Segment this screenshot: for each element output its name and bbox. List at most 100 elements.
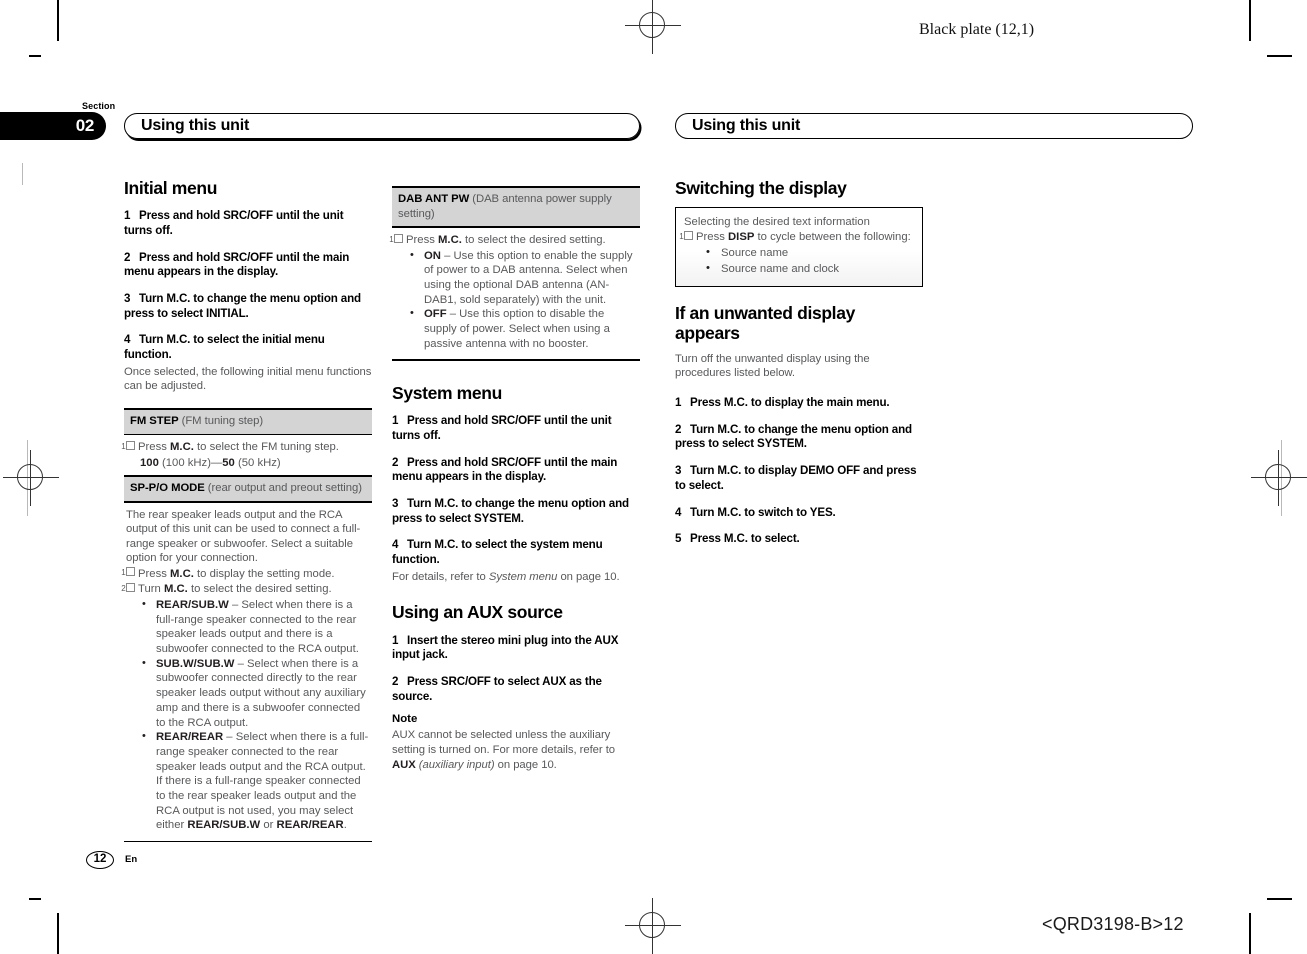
system-step-3-text: Turn M.C. to change the menu option and … — [392, 496, 629, 525]
sp-po-final-note-mid: or — [260, 819, 277, 832]
system-step-4-number: 4 — [392, 538, 399, 552]
dab-option-off-desc: – Use this option to disable the supply … — [424, 308, 610, 350]
sp-po-option-rear-subw-name: REAR/SUB.W — [156, 599, 229, 612]
fm-step-value1: 100 — [140, 456, 159, 469]
dab-band: DAB ANT PW (DAB antenna power supply sett… — [392, 187, 640, 227]
column-two: DAB ANT PW (DAB antenna power supply sett… — [389, 178, 640, 782]
switching-box-items: Source name Source name and clock — [684, 245, 914, 277]
manual-page: Black plate (12,1) <QRD3198-B>12 Section… — [0, 0, 1307, 954]
fm-step-value2: 50 — [222, 456, 235, 469]
job-code-label: <QRD3198-B>12 — [1042, 914, 1184, 934]
initial-step-3-number: 3 — [124, 292, 131, 305]
unwanted-step-1-number: 1 — [675, 395, 682, 409]
unwanted-step-4-number: 4 — [675, 505, 682, 519]
dab-options-list: ON – Use this option to enable the suppl… — [394, 248, 638, 352]
fm-step-instruction-post: to select the FM tuning step. — [193, 441, 339, 454]
sp-po-option-rear-rear-name: REAR/REAR — [156, 731, 224, 744]
dab-cell: 1 Press M.C. to select the desired settin… — [389, 228, 640, 356]
unwanted-step-4: 4 Turn M.C. to switch to YES. — [675, 506, 923, 521]
running-head-right-text: Using this unit — [692, 117, 801, 134]
switching-display-box: Selecting the desired text information 1… — [675, 207, 923, 287]
plate-label: Black plate (12,1) — [919, 21, 1035, 38]
dab-option-off: OFF – Use this option to disable the sup… — [410, 306, 638, 351]
system-step-4: 4 Turn M.C. to select the system menu fun… — [392, 538, 640, 567]
heading-system-menu: System menu — [392, 382, 502, 403]
page-number: 12 — [93, 853, 107, 865]
initial-step-4-number: 4 — [124, 333, 131, 347]
system-step-1-text: Press and hold SRC/OFF until the unit tu… — [392, 414, 612, 442]
unwanted-step-2-text: Turn M.C. to change the menu option and … — [675, 422, 912, 451]
dab-instruction-pre: Press — [406, 234, 439, 246]
system-detail-pre: For details, refer to — [392, 570, 489, 583]
initial-step-1-number: 1 — [124, 209, 131, 223]
dab-instruction: 1 Press M.C. to select the desired settin… — [389, 233, 638, 248]
fm-step-key: M.C. — [170, 441, 194, 454]
initial-after-step4: Once selected, the following initial men… — [124, 365, 372, 393]
running-head-left: Using this unit — [124, 113, 640, 139]
initial-step-2-number: 2 — [124, 250, 131, 264]
heading-aux-source: Using an AUX source — [392, 602, 563, 623]
running-head-right: Using this unit — [675, 113, 1193, 139]
unwanted-step-2-number: 2 — [675, 422, 682, 436]
initial-step-4: 4 Turn M.C. to select the initial menu fu… — [124, 333, 372, 362]
language-code: En — [125, 854, 138, 865]
crop-mark-bottom-left-horizontal — [29, 898, 41, 900]
dab-option-on-desc: – Use this option to enable the supply o… — [424, 249, 633, 306]
registration-mark-bottom — [625, 898, 681, 954]
dab-title: DAB ANT PW — [398, 192, 470, 205]
sp-po-option-rear-subw: REAR/SUB.W – Select when there is a full… — [142, 597, 370, 657]
initial-step-3-text: Turn M.C. to change the menu option and … — [124, 292, 361, 320]
switching-box-item-source-name: Source name — [706, 245, 914, 262]
system-step-3: 3 Turn M.C. to change the menu option and… — [392, 497, 640, 526]
crop-mark-bottom-left-vertical — [57, 913, 59, 954]
dab-closing-rule — [392, 359, 640, 361]
sp-po-final-note-b2: REAR/REAR — [276, 819, 344, 832]
aux-step-1-number: 1 — [392, 633, 399, 647]
trim-guide-left-upper — [22, 163, 23, 185]
aux-step-2-number: 2 — [392, 674, 399, 688]
fm-step-value2-rest: (50 kHz) — [234, 456, 281, 469]
system-step-1: 1 Press and hold SRC/OFF until the unit t… — [392, 414, 640, 443]
sp-po-step-1-key: M.C. — [170, 567, 194, 580]
switching-box-intro: Selecting the desired text information — [684, 216, 870, 229]
system-step-1-number: 1 — [392, 414, 399, 428]
aux-note-pre: AUX cannot be selected unless the auxili… — [392, 729, 616, 756]
fm-step-title: FM STEP — [130, 414, 179, 427]
sp-po-option-subw-subw-name: SUB.W/SUB.W — [156, 657, 235, 670]
dab-marker: 1 — [389, 233, 403, 244]
section-label: Section — [82, 101, 116, 111]
section-number: 02 — [75, 116, 95, 135]
fm-step-instruction-pre: Press — [138, 441, 171, 454]
fm-step-subtitle: (FM tuning step) — [181, 414, 264, 427]
sp-po-step-2-key: M.C. — [163, 583, 188, 596]
crop-mark-top-right-vertical — [1249, 0, 1251, 41]
sp-po-final-note-b1: REAR/SUB.W — [187, 819, 261, 832]
crop-mark-top-right-horizontal — [1267, 55, 1292, 57]
sp-po-step-2-pre: Turn — [138, 583, 164, 596]
sp-po-closing-rule — [124, 840, 372, 843]
sp-po-marker-1: 1 — [121, 567, 135, 577]
unwanted-step-4-text: Turn M.C. to switch to YES. — [690, 505, 836, 519]
switching-box-instruction: 1 Press DISP to cycle between the followi… — [679, 230, 914, 245]
crop-mark-bottom-right-horizontal — [1267, 898, 1292, 900]
sp-po-band: SP-P/O MODE (rear output and preout setti… — [124, 477, 372, 501]
aux-step-2: 2 Press SRC/OFF to select AUX as the sour… — [392, 675, 640, 704]
aux-note-post: on page 10. — [494, 758, 557, 771]
switching-box-marker: 1 — [679, 230, 693, 241]
initial-step-2-text: Press and hold SRC/OFF until the main me… — [124, 250, 350, 279]
initial-step-2: 2 Press and hold SRC/OFF until the main m… — [124, 251, 372, 280]
page-number-badge: 12 — [86, 851, 114, 869]
unwanted-step-5-number: 5 — [675, 532, 682, 546]
sp-po-step-1-post: to display the setting mode. — [193, 567, 335, 580]
section-number-tab: 02 — [0, 112, 106, 140]
unwanted-step-3-number: 3 — [675, 464, 682, 478]
sp-po-mode-table: SP-P/O MODE (rear output and preout setti… — [121, 475, 372, 843]
fm-step-values: 100 (100 kHz)—50 (50 kHz) — [126, 456, 370, 471]
fm-step-table: FM STEP (FM tuning step) 1 Press M.C. to s… — [121, 408, 372, 475]
sp-po-step-2: 2 Turn M.C. to select the desired setting… — [121, 582, 370, 597]
system-step-2: 2 Press and hold SRC/OFF until the main m… — [392, 456, 640, 485]
initial-step-4-text: Turn M.C. to select the initial menu fun… — [124, 333, 325, 362]
heading-unwanted-display: If an unwanted display appears — [675, 302, 855, 343]
aux-step-1: 1 Insert the stereo mini plug into the AU… — [392, 634, 640, 663]
dab-instruction-post: to select the desired setting. — [461, 234, 606, 246]
